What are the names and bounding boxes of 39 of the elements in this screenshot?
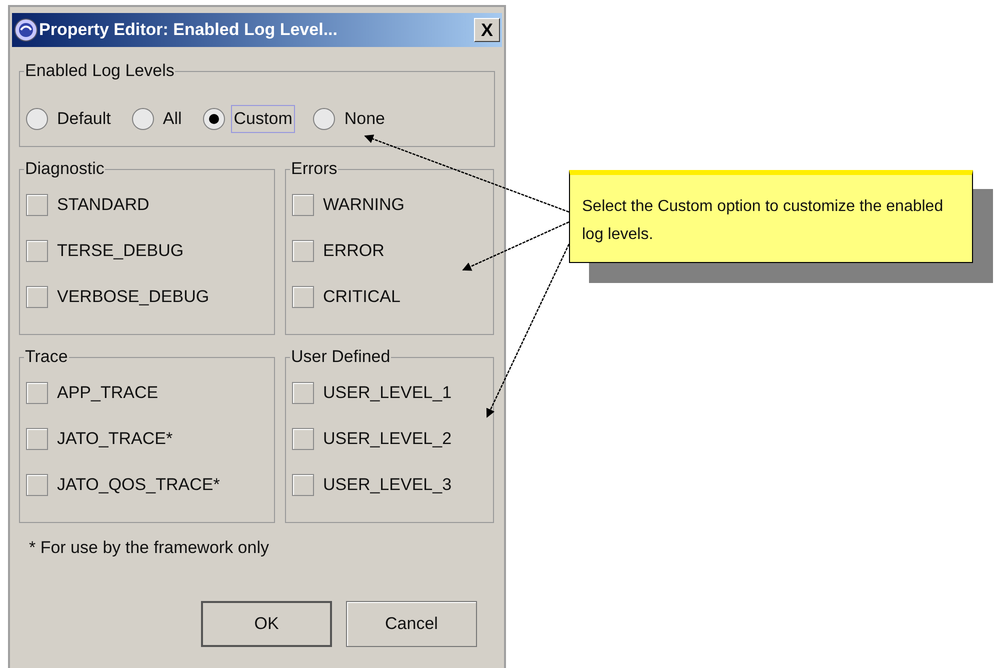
checkbox[interactable] <box>26 240 48 262</box>
checkbox-label: USER_LEVEL_3 <box>323 474 452 496</box>
checkbox-label: TERSE_DEBUG <box>57 240 184 262</box>
checkbox[interactable] <box>26 286 48 308</box>
radio-label: None <box>343 108 386 130</box>
checkbox[interactable] <box>26 428 48 450</box>
checkbox-label: STANDARD <box>57 194 150 216</box>
checkbox-label: WARNING <box>323 194 405 216</box>
checkbox[interactable] <box>292 240 314 262</box>
checkbox[interactable] <box>292 428 314 450</box>
checkbox[interactable] <box>26 194 48 216</box>
checkbox-label: JATO_TRACE* <box>57 428 173 450</box>
radio-button[interactable] <box>313 108 336 130</box>
close-button[interactable]: X <box>474 18 500 42</box>
radio-button[interactable] <box>202 108 225 130</box>
checkbox[interactable] <box>292 382 314 404</box>
checkbox-label: ERROR <box>323 240 384 262</box>
dialog-button[interactable]: OK <box>201 600 332 646</box>
checkbox[interactable] <box>292 286 314 308</box>
dialog-button[interactable]: Cancel <box>346 600 477 646</box>
checkbox[interactable] <box>292 474 314 496</box>
checkbox[interactable] <box>26 474 48 496</box>
checkbox-label: VERBOSE_DEBUG <box>57 286 210 308</box>
radio-label: Custom <box>230 105 296 133</box>
checkbox-label: JATO_QOS_TRACE* <box>57 474 220 496</box>
window-title: Property Editor: Enabled Log Level... <box>39 19 338 42</box>
radio-label: Default <box>56 108 112 130</box>
radio-button[interactable] <box>132 108 154 130</box>
radio-label: All <box>162 108 183 130</box>
checkbox-label: USER_LEVEL_2 <box>323 428 452 450</box>
checkbox-label: USER_LEVEL_1 <box>323 382 452 404</box>
checkbox[interactable] <box>26 382 48 404</box>
radio-button[interactable] <box>26 108 48 130</box>
footnote: * For use by the framework only <box>29 537 270 559</box>
callout-text: Select the Custom option to customize the enabled log levels. <box>582 197 944 245</box>
app-icon <box>14 18 38 42</box>
checkbox-label: CRITICAL <box>323 286 400 308</box>
checkbox[interactable] <box>292 194 314 216</box>
checkbox-label: APP_TRACE <box>57 382 158 404</box>
